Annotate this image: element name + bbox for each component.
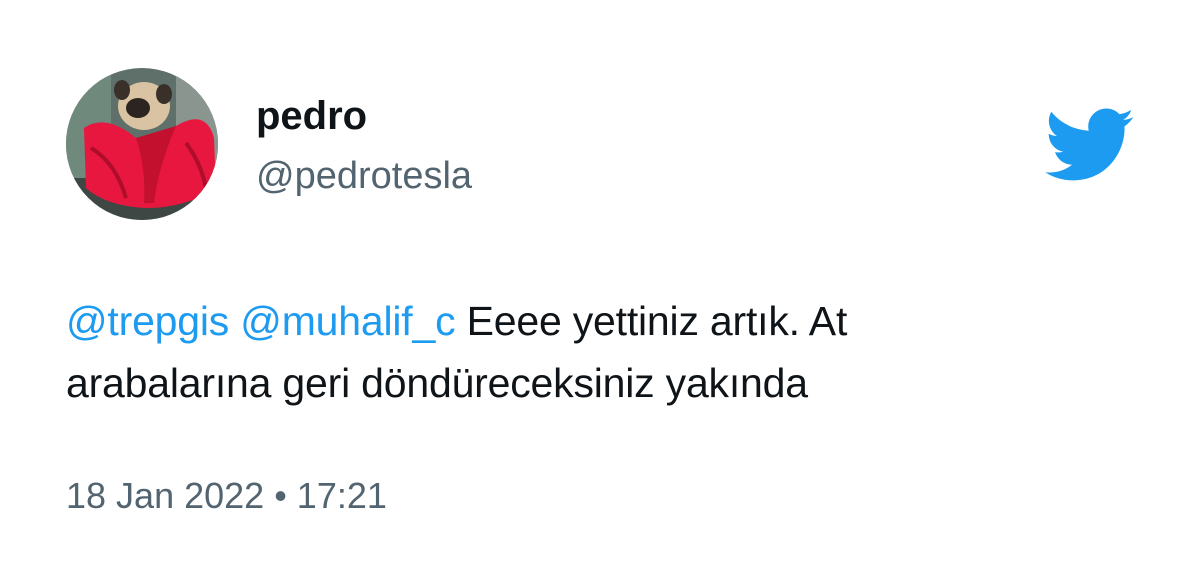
twitter-bird-svg [1045, 108, 1134, 181]
author-handle[interactable]: @pedrotesla [256, 157, 472, 195]
twitter-bird-icon[interactable] [1045, 108, 1135, 182]
tweet-text: @trepgis @muhalif_c Eeee yettiniz artık.… [66, 290, 1146, 414]
timestamp-separator: • [274, 475, 287, 516]
tweet-text-line2: arabalarına geri döndüreceksiniz yakında [66, 360, 808, 406]
avatar[interactable] [66, 68, 218, 220]
tweet-text-line1: Eeee yettiniz artık. At [466, 298, 848, 344]
author-display-name[interactable]: pedro [256, 96, 367, 136]
mention-link[interactable]: @muhalif_c [240, 298, 455, 344]
tweet-card: pedro @pedrotesla @trepgis @muhalif_c Ee… [0, 0, 1200, 585]
tweet-date: 18 Jan 2022 [66, 475, 265, 516]
tweet-timestamp[interactable]: 18 Jan 2022 • 17:21 [66, 478, 387, 514]
mention-link[interactable]: @trepgis [66, 298, 229, 344]
tweet-time: 17:21 [296, 475, 387, 516]
avatar-image [66, 68, 218, 220]
